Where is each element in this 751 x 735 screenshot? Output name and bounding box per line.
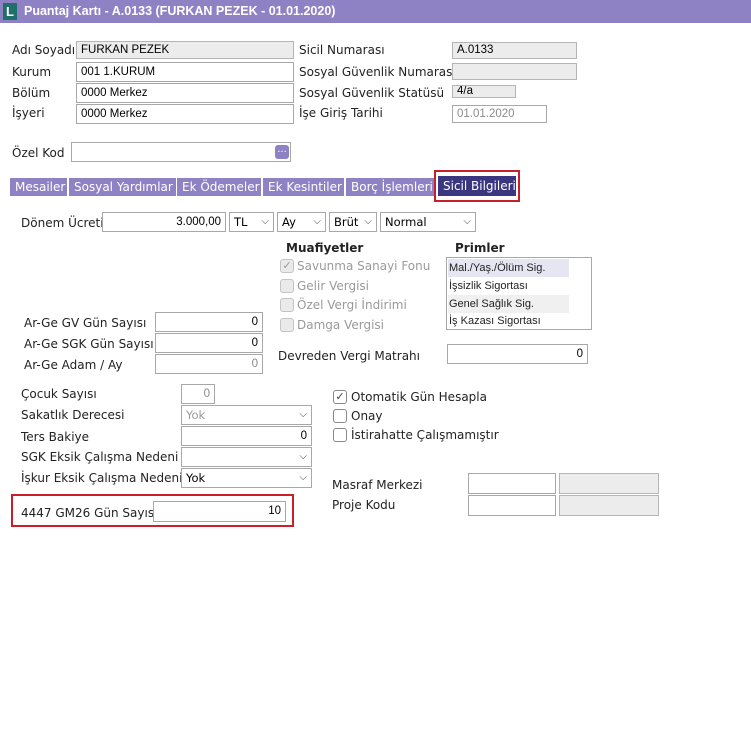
arge-gv-label: Ar-Ge GV Gün Sayısı	[24, 316, 147, 330]
sgk-eksik-label: SGK Eksik Çalışma Nedeni	[21, 450, 179, 464]
arge-sgk-field[interactable]: 0	[155, 333, 263, 353]
donem-ucreti-label: Dönem Ücreti	[21, 216, 104, 230]
ad-soyad-label: Adı Soyadı	[12, 43, 76, 57]
arge-gv-field[interactable]: 0	[155, 312, 263, 332]
list-item[interactable]: İşsizlik Sigortası	[448, 277, 569, 295]
masraf-label: Masraf Merkezi	[332, 478, 423, 492]
proje-name-field	[559, 495, 659, 516]
bolum-label: Bölüm	[12, 86, 51, 100]
sakatlik-select[interactable]: Yok ⌵	[181, 405, 312, 425]
isyeri-field[interactable]: 0000 Merkez	[76, 104, 294, 124]
sgk-no-label: Sosyal Güvenlik Numarası	[299, 65, 456, 79]
bolum-field[interactable]: 0000 Merkez	[76, 83, 294, 103]
ozel-kod-label: Özel Kod	[12, 146, 65, 160]
period-value: Ay	[282, 215, 296, 229]
sgk-statu-field[interactable]: 4/a	[452, 85, 516, 98]
wage-type-select[interactable]: Brüt ⌵	[329, 212, 377, 232]
ters-bakiye-field[interactable]: 0	[181, 426, 312, 446]
tab-ek-odemeler[interactable]: Ek Ödemeler	[177, 178, 261, 196]
savunma-label: Savunma Sanayi Fonu	[297, 259, 431, 273]
isyeri-label: İşyeri	[12, 106, 45, 120]
list-item[interactable]: İş Kazası Sigortası	[448, 312, 569, 330]
tab-sosyal-yardimlar[interactable]: Sosyal Yardımlar	[69, 178, 176, 196]
gelir-vergisi-label: Gelir Vergisi	[297, 279, 370, 293]
tab-sicil-bilgileri[interactable]: Sicil Bilgileri	[438, 176, 516, 196]
arge-adam-label: Ar-Ge Adam / Ay	[24, 358, 123, 372]
proje-code-field[interactable]	[468, 495, 556, 516]
tab-ek-kesintiler[interactable]: Ek Kesintiler	[263, 178, 344, 196]
otomatik-gun-label: Otomatik Gün Hesapla	[351, 390, 487, 404]
ad-soyad-field[interactable]: FURKAN PEZEK	[76, 41, 294, 59]
damga-vergisi-label: Damga Vergisi	[297, 318, 384, 332]
sakatlik-label: Sakatlık Derecesi	[21, 408, 125, 422]
devreden-label: Devreden Vergi Matrahı	[278, 349, 420, 363]
ozel-vergi-checkbox[interactable]	[280, 298, 294, 312]
period-select[interactable]: Ay ⌵	[277, 212, 326, 232]
window-title: Puantaj Kartı - A.0133 (FURKAN PEZEK - 0…	[24, 4, 336, 18]
masraf-code-field[interactable]	[468, 473, 556, 494]
primler-list[interactable]: Mal./Yaş./Ölüm Sig. İşsizlik Sigortası G…	[446, 257, 592, 330]
istirahat-checkbox[interactable]	[333, 428, 347, 442]
list-item[interactable]: Genel Sağlık Sig.	[448, 295, 569, 313]
ters-bakiye-label: Ters Bakiye	[21, 430, 90, 444]
chevron-down-icon: ⌵	[299, 409, 307, 420]
sgk-no-field[interactable]	[452, 63, 577, 80]
otomatik-gun-checkbox[interactable]: ✓	[333, 390, 347, 404]
istirahat-label: İstirahatte Çalışmamıştır	[351, 428, 499, 442]
tab-borc-islemleri[interactable]: Borç İşlemleri	[346, 178, 434, 196]
cocuk-label: Çocuk Sayısı	[21, 387, 97, 401]
chevron-down-icon: ⌵	[364, 216, 372, 227]
onay-label: Onay	[351, 409, 383, 423]
wage-type-value: Brüt	[334, 215, 359, 229]
cocuk-field[interactable]: 0	[181, 384, 215, 404]
currency-select[interactable]: TL ⌵	[229, 212, 274, 232]
kurum-label: Kurum	[12, 65, 52, 79]
ise-giris-label: İşe Giriş Tarihi	[299, 106, 383, 120]
iskur-eksik-select[interactable]: Yok ⌵	[181, 468, 312, 488]
chevron-down-icon: ⌵	[463, 216, 471, 227]
ozel-kod-field[interactable]	[71, 142, 291, 162]
onay-checkbox[interactable]	[333, 409, 347, 423]
chevron-down-icon: ⌵	[299, 472, 307, 483]
arge-adam-field[interactable]: 0	[155, 354, 263, 374]
sakatlik-value: Yok	[186, 408, 206, 422]
arge-sgk-label: Ar-Ge SGK Gün Sayısı	[24, 337, 154, 351]
kurum-field[interactable]: 001 1.KURUM	[76, 62, 294, 82]
proje-label: Proje Kodu	[332, 498, 396, 512]
sicil-no-label: Sicil Numarası	[299, 43, 385, 57]
chevron-down-icon: ⌵	[313, 216, 321, 227]
currency-value: TL	[234, 215, 248, 229]
calc-type-select[interactable]: Normal ⌵	[380, 212, 476, 232]
iskur-eksik-value: Yok	[186, 471, 206, 485]
app-logo-icon: L	[3, 3, 17, 20]
ozel-kod-lookup-button[interactable]: ...	[275, 145, 289, 159]
gelir-vergisi-checkbox[interactable]	[280, 279, 294, 293]
sgk-statu-label: Sosyal Güvenlik Statüsü	[299, 86, 445, 100]
masraf-name-field	[559, 473, 659, 494]
calc-type-value: Normal	[385, 215, 427, 229]
savunma-checkbox[interactable]: ✓	[280, 259, 294, 273]
sgk-eksik-select[interactable]: ⌵	[181, 447, 312, 467]
donem-ucreti-field[interactable]: 3.000,00	[102, 212, 226, 232]
ozel-vergi-label: Özel Vergi İndirimi	[297, 298, 407, 312]
primler-title: Primler	[455, 241, 505, 255]
chevron-down-icon: ⌵	[261, 216, 269, 227]
gm26-field[interactable]: 10	[153, 501, 286, 522]
tab-mesailer[interactable]: Mesailer	[10, 178, 67, 196]
iskur-eksik-label: İşkur Eksik Çalışma Nedeni	[21, 471, 183, 485]
list-item[interactable]: Mal./Yaş./Ölüm Sig.	[448, 259, 569, 277]
ise-giris-field[interactable]: 01.01.2020	[452, 105, 547, 123]
gm26-label: 4447 GM26 Gün Sayısı	[21, 506, 158, 520]
muafiyetler-title: Muafiyetler	[286, 241, 364, 255]
chevron-down-icon: ⌵	[299, 451, 307, 462]
damga-vergisi-checkbox[interactable]	[280, 318, 294, 332]
sicil-no-field[interactable]: A.0133	[452, 42, 577, 59]
devreden-field[interactable]: 0	[447, 344, 588, 364]
